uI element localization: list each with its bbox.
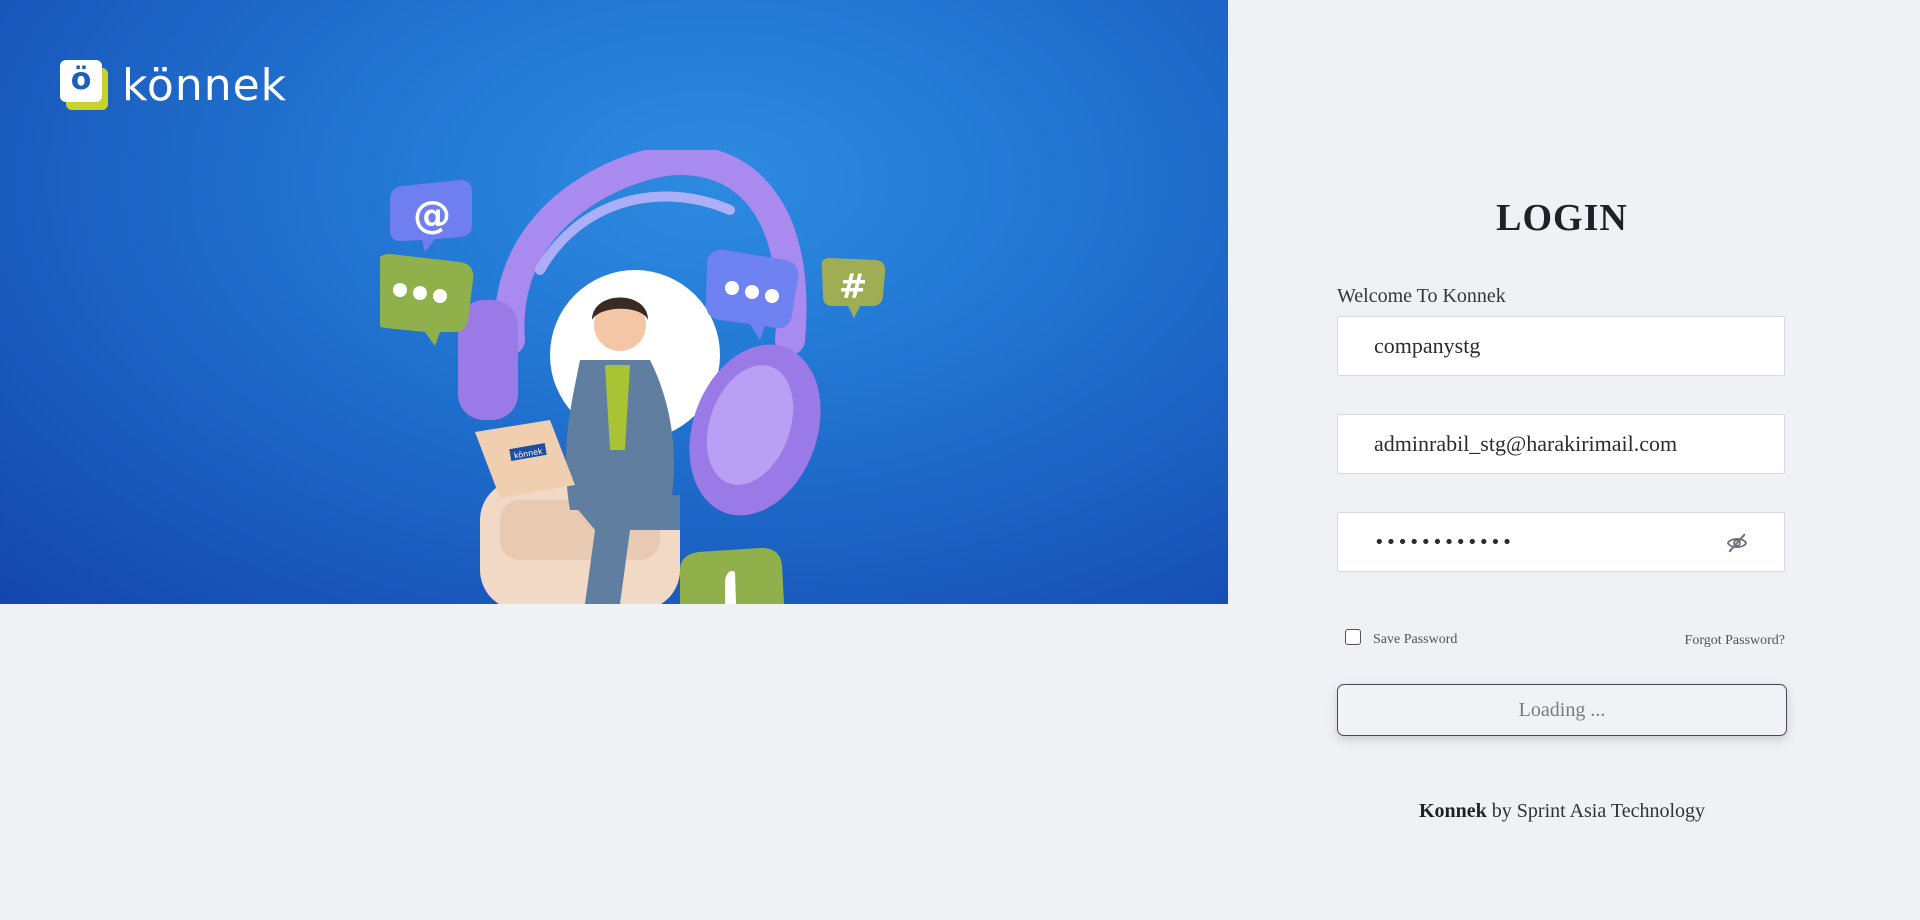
logo-icon-glyph: ö [60, 60, 102, 102]
password-field[interactable] [1337, 512, 1785, 572]
login-page: ö könnek könnek @ # LOGIN Welcome To Kon… [0, 0, 1920, 920]
logo-icon: ö [60, 60, 108, 112]
company-input[interactable] [1338, 317, 1784, 375]
save-password-row: Save Password [1345, 626, 1457, 648]
email-field[interactable] [1337, 414, 1785, 474]
svg-text:@: @ [413, 193, 451, 237]
hash-symbol-bubble-icon: # [821, 258, 886, 318]
footer-credit: Konnek by Sprint Asia Technology [1337, 800, 1787, 823]
thumbs-up-bubble-icon [680, 547, 784, 604]
eye-slash-icon[interactable] [1726, 533, 1748, 553]
logo-wordmark: könnek [122, 60, 288, 111]
hero-banner: ö könnek könnek @ # [0, 0, 1228, 604]
email-input[interactable] [1338, 415, 1784, 473]
svg-text:#: # [839, 267, 868, 307]
konnek-logo: ö könnek [60, 60, 287, 112]
blue-chat-bubble-icon [705, 249, 799, 340]
save-password-checkbox[interactable] [1345, 629, 1361, 645]
forgot-password-link[interactable]: Forgot Password? [1685, 633, 1785, 649]
company-field[interactable] [1337, 316, 1785, 376]
login-panel: LOGIN Welcome To Konnek Save Password Fo… [1337, 0, 1787, 920]
save-password-label[interactable]: Save Password [1373, 632, 1457, 648]
at-symbol-bubble-icon: @ [390, 180, 472, 252]
footer-brand: Konnek [1418, 800, 1487, 822]
login-button[interactable]: Loading ... [1337, 684, 1787, 736]
password-input[interactable] [1338, 513, 1784, 571]
support-agent-illustration: könnek @ # [380, 150, 886, 604]
welcome-text: Welcome To Konnek [1337, 285, 1506, 307]
login-title: LOGIN [1496, 197, 1628, 239]
footer-tagline: by Sprint Asia Technology [1486, 800, 1706, 822]
